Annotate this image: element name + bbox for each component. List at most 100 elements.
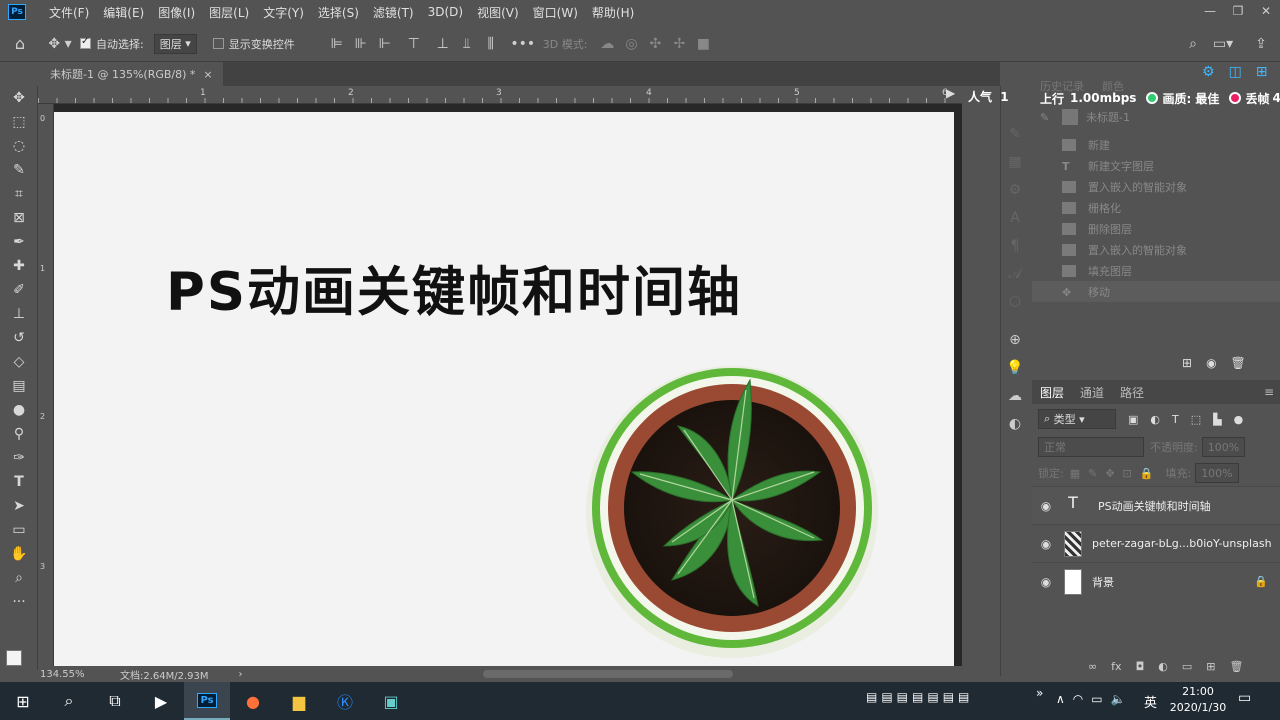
tab-channels[interactable]: 通道: [1080, 384, 1104, 401]
pen-tool-icon[interactable]: ✑: [0, 446, 38, 470]
clock[interactable]: 21:00 2020/1/30: [1168, 684, 1228, 716]
character-icon[interactable]: A: [1001, 204, 1029, 232]
align-center-icon[interactable]: ⊪: [349, 36, 373, 52]
history-item[interactable]: T 新建文字图层: [1032, 155, 1280, 176]
show-transform-checkbox[interactable]: [212, 38, 224, 49]
layer-row-image[interactable]: ◉ peter-zagar-bLg...b0ioY-unsplash: [1032, 524, 1280, 562]
collapse-panel-icon[interactable]: ▶: [946, 86, 962, 104]
healing-brush-tool-icon[interactable]: ✚: [0, 254, 38, 278]
visibility-eye-icon[interactable]: ◉: [1032, 499, 1060, 513]
home-icon[interactable]: ⌂: [0, 34, 40, 53]
navigator-icon[interactable]: ⊕: [1001, 326, 1029, 354]
distribute-icon[interactable]: ⫼: [479, 36, 503, 52]
minimize-icon[interactable]: —: [1196, 0, 1224, 22]
workspace-icon[interactable]: ▭▾: [1210, 36, 1236, 52]
history-item[interactable]: 栅格化: [1032, 197, 1280, 218]
zoom-tool-icon[interactable]: ⌕: [0, 566, 38, 590]
panel-menu-icon[interactable]: ≡: [1264, 385, 1274, 399]
quick-select-tool-icon[interactable]: ✎: [0, 158, 38, 182]
tab-layers[interactable]: 图层: [1040, 384, 1064, 401]
canvas-workspace[interactable]: PS动画关键帧和时间轴: [54, 104, 962, 666]
hand-tool-icon[interactable]: ✋: [0, 542, 38, 566]
adjustments-icon[interactable]: ◐: [1001, 410, 1029, 438]
layer-row-text[interactable]: ◉ T PS动画关键帧和时间轴: [1032, 486, 1280, 524]
search-icon[interactable]: ⌕: [1182, 36, 1204, 52]
close-icon[interactable]: ✕: [1252, 0, 1280, 22]
learn-icon[interactable]: 💡: [1001, 354, 1029, 382]
system-tray-icons[interactable]: ∧◠▭🔈: [1056, 692, 1134, 706]
align-right-icon[interactable]: ⊩: [373, 36, 397, 52]
menu-window[interactable]: 窗口(W): [526, 4, 585, 21]
zoom-level[interactable]: 134.55%: [40, 669, 120, 680]
menu-type[interactable]: 文字(Y): [256, 4, 311, 21]
blur-tool-icon[interactable]: ●: [0, 398, 38, 422]
clone-stamp-tool-icon[interactable]: ⊥: [0, 302, 38, 326]
eraser-tool-icon[interactable]: ◇: [0, 350, 38, 374]
canvas-heading-text[interactable]: PS动画关键帧和时间轴: [166, 250, 742, 326]
share-icon[interactable]: ⇪: [1250, 36, 1272, 52]
history-item[interactable]: 填充图层: [1032, 260, 1280, 281]
marquee-tool-icon[interactable]: ⬚: [0, 110, 38, 134]
brush-tool-icon[interactable]: ✐: [0, 278, 38, 302]
3d-icon[interactable]: ⬡: [1001, 288, 1029, 316]
rectangle-tool-icon[interactable]: ▭: [0, 518, 38, 542]
history-brush-source-icon[interactable]: ✎: [1040, 111, 1054, 124]
foreground-color-swatch[interactable]: [6, 650, 22, 666]
blend-mode-dropdown[interactable]: 正常: [1038, 437, 1144, 457]
history-item[interactable]: 置入嵌入的智能对象: [1032, 176, 1280, 197]
crop-tool-icon[interactable]: ⌗: [0, 182, 38, 206]
document-size-info[interactable]: 文档:2.64M/2.93M: [120, 667, 209, 682]
eyedropper-tool-icon[interactable]: ✒: [0, 230, 38, 254]
new-layer-icon[interactable]: ⊞: [1206, 660, 1215, 673]
visibility-eye-icon[interactable]: ◉: [1032, 537, 1060, 551]
tab-paths[interactable]: 路径: [1120, 384, 1144, 401]
link-layers-icon[interactable]: ∞: [1088, 660, 1097, 673]
menu-help[interactable]: 帮助(H): [585, 4, 641, 21]
layer-filter-icons[interactable]: ▣◐T⬚▙●: [1128, 413, 1255, 426]
auto-select-dropdown[interactable]: 图层 ▾: [153, 33, 197, 54]
fill-field[interactable]: 100%: [1195, 463, 1239, 483]
menu-view[interactable]: 视图(V): [470, 4, 526, 21]
task-view-icon[interactable]: ⧉: [92, 682, 138, 720]
menu-image[interactable]: 图像(I): [151, 4, 202, 21]
adjustment-layer-icon[interactable]: ◐: [1158, 660, 1168, 673]
edit-toolbar-icon[interactable]: ···: [0, 590, 38, 614]
file-explorer-icon[interactable]: ▆: [276, 682, 322, 720]
glyphs-icon[interactable]: 𝒜: [1001, 260, 1029, 288]
gradient-tool-icon[interactable]: ▤: [0, 374, 38, 398]
type-tool-icon[interactable]: T: [0, 470, 38, 494]
menu-file[interactable]: 文件(F): [42, 4, 96, 21]
photoshop-app-icon[interactable]: Ps: [184, 682, 230, 720]
3d-slide-icon[interactable]: ✢: [667, 36, 691, 52]
align-top-icon[interactable]: ⊤: [397, 36, 431, 52]
delete-state-icon[interactable]: 🗑: [1231, 356, 1246, 370]
visibility-eye-icon[interactable]: ◉: [1032, 575, 1060, 589]
opacity-field[interactable]: 100%: [1201, 437, 1246, 457]
move-tool-icon[interactable]: ✥: [0, 86, 38, 110]
close-tab-icon[interactable]: ×: [203, 68, 212, 81]
delete-layer-icon[interactable]: 🗑: [1230, 660, 1244, 673]
ime-indicator[interactable]: 英: [1144, 692, 1157, 711]
canvas-horizontal-scrollbar[interactable]: [482, 670, 733, 678]
network-app-icon[interactable]: ▣: [368, 682, 414, 720]
layer-filter-dropdown[interactable]: ⌕ 类型 ▾: [1038, 409, 1116, 429]
align-left-icon[interactable]: ⊫: [325, 36, 349, 52]
fx-icon[interactable]: fx: [1111, 660, 1121, 673]
potted-plant-image[interactable]: [582, 360, 882, 660]
auto-select-checkbox[interactable]: [80, 36, 91, 49]
align-vcenter-icon[interactable]: ⊥: [431, 36, 455, 52]
add-mask-icon[interactable]: ◘: [1136, 660, 1145, 673]
lock-icons[interactable]: ▦✎✥⊡🔒: [1070, 467, 1162, 480]
menu-layer[interactable]: 图层(L): [202, 4, 256, 21]
lasso-tool-icon[interactable]: ◌: [0, 134, 38, 158]
dodge-tool-icon[interactable]: ⚲: [0, 422, 38, 446]
history-item[interactable]: 置入嵌入的智能对象: [1032, 239, 1280, 260]
history-item-active[interactable]: ✥ 移动: [1032, 281, 1280, 302]
new-group-icon[interactable]: ▭: [1182, 660, 1192, 673]
tray-overflow-icon[interactable]: »: [1036, 686, 1043, 700]
brush-settings-icon[interactable]: ✎: [1001, 120, 1029, 148]
search-icon[interactable]: ⌕: [46, 682, 92, 720]
menu-3d[interactable]: 3D(D): [421, 5, 470, 19]
3d-orbit-icon[interactable]: ☁: [595, 36, 619, 52]
k-app-icon[interactable]: Ⓚ: [322, 682, 368, 720]
